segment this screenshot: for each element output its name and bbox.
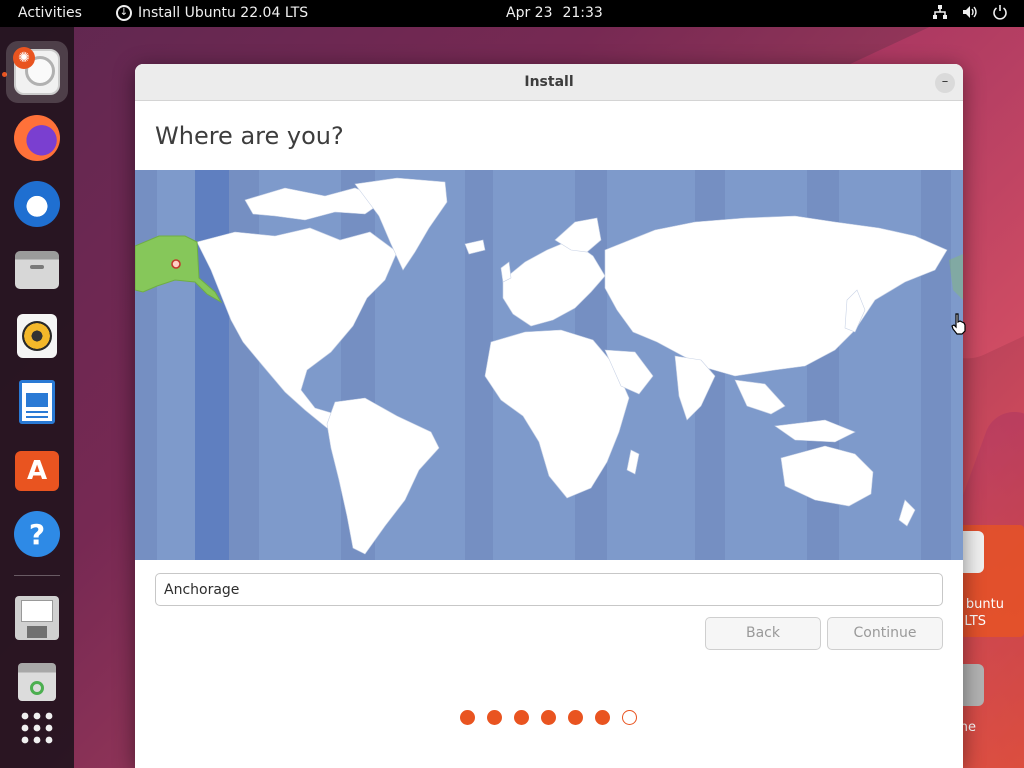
firefox-icon bbox=[14, 115, 60, 161]
progress-steps bbox=[460, 710, 637, 725]
writer-icon bbox=[19, 380, 55, 424]
volume-icon[interactable] bbox=[962, 4, 978, 20]
step-dot bbox=[514, 710, 529, 725]
dock-item-app-center[interactable]: A bbox=[6, 437, 68, 499]
dock-item-installer[interactable]: ✺ bbox=[6, 41, 68, 103]
world-map-graphic bbox=[135, 170, 963, 560]
minimize-button[interactable]: – bbox=[935, 73, 955, 93]
hand-cursor-icon bbox=[951, 313, 966, 335]
page-title: Where are you? bbox=[155, 122, 344, 150]
dock-item-show-apps[interactable] bbox=[6, 697, 68, 759]
dock-separator bbox=[14, 575, 60, 576]
window-title: Install bbox=[524, 74, 574, 90]
thunderbird-icon bbox=[14, 181, 60, 227]
location-input[interactable] bbox=[155, 573, 943, 606]
disk-image-icon bbox=[15, 596, 59, 640]
clock[interactable]: Apr 23 21:33 bbox=[506, 5, 603, 21]
dock-item-disk-image[interactable] bbox=[6, 587, 68, 649]
installer-window: Install – Where are you? Anchorage Back … bbox=[135, 64, 963, 768]
installer-icon: ✺ bbox=[13, 47, 60, 95]
timezone-map[interactable] bbox=[135, 170, 963, 560]
back-button[interactable]: Back bbox=[705, 617, 821, 650]
selected-timezone-band bbox=[195, 170, 229, 560]
app-menu[interactable]: ↓ Install Ubuntu 22.04 LTS bbox=[116, 5, 308, 21]
step-dot-current bbox=[622, 710, 637, 725]
app-grid-icon bbox=[21, 712, 53, 744]
dock-item-files[interactable] bbox=[6, 239, 68, 301]
step-dot bbox=[541, 710, 556, 725]
step-dot bbox=[595, 710, 610, 725]
clock-time: 21:33 bbox=[562, 5, 603, 21]
step-dot bbox=[568, 710, 583, 725]
continue-button[interactable]: Continue bbox=[827, 617, 943, 650]
help-icon: ? bbox=[14, 511, 60, 557]
dock-item-firefox[interactable] bbox=[6, 107, 68, 169]
step-dot bbox=[487, 710, 502, 725]
dock: ✺ A ? bbox=[0, 27, 74, 768]
app-center-icon: A bbox=[15, 451, 59, 491]
dock-item-thunderbird[interactable] bbox=[6, 173, 68, 235]
files-icon bbox=[15, 251, 59, 289]
dock-item-help[interactable]: ? bbox=[6, 503, 68, 565]
app-title: Install Ubuntu 22.04 LTS bbox=[138, 5, 309, 21]
city-pin-icon bbox=[171, 259, 181, 269]
rhythmbox-icon bbox=[17, 314, 57, 358]
step-dot bbox=[460, 710, 475, 725]
activities-button[interactable]: Activities bbox=[18, 5, 82, 21]
window-titlebar[interactable]: Install – bbox=[135, 64, 963, 101]
network-icon[interactable] bbox=[932, 4, 948, 20]
desktop-icon-label: LTS bbox=[964, 614, 986, 629]
dock-item-rhythmbox[interactable] bbox=[6, 305, 68, 367]
dock-item-writer[interactable] bbox=[6, 371, 68, 433]
desktop-icon-label: buntu bbox=[965, 597, 1004, 612]
download-icon: ↓ bbox=[116, 5, 132, 21]
clock-date: Apr 23 bbox=[506, 5, 553, 21]
top-bar: Activities ↓ Install Ubuntu 22.04 LTS Ap… bbox=[0, 0, 1024, 27]
system-tray[interactable] bbox=[932, 4, 1008, 20]
power-icon[interactable] bbox=[992, 4, 1008, 20]
trash-icon bbox=[18, 663, 56, 701]
